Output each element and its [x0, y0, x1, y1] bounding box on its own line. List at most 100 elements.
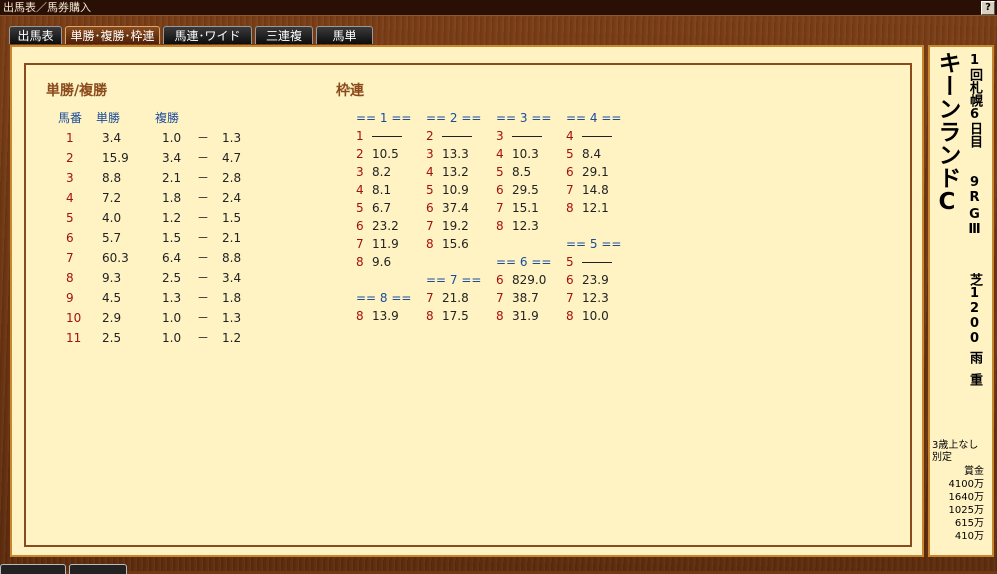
place-odds-high: 1.2: [222, 331, 242, 345]
bracket-group-header: == 4 ==: [566, 111, 622, 125]
bottom-tab-2[interactable]: [69, 564, 127, 574]
prize-4: 615万: [954, 518, 984, 529]
win-odds: 7.2: [102, 191, 122, 205]
place-range-sep: －: [197, 151, 210, 165]
horse-number: 11: [66, 331, 82, 345]
horse-number: 7: [66, 251, 74, 265]
bracket-group-header: == 1 ==: [356, 111, 412, 125]
bracket-number: 3: [356, 165, 364, 179]
place-range-sep: －: [197, 171, 210, 185]
place-range-sep: －: [197, 311, 210, 325]
track-distance: 芝1200: [967, 273, 982, 346]
bracket-number: 7: [566, 183, 574, 197]
tab-exacta[interactable]: 馬単: [316, 26, 373, 44]
bracket-odds: 15.6: [442, 237, 469, 251]
bracket-odds: 11.9: [372, 237, 399, 251]
weather: 雨: [967, 351, 982, 364]
place-odds-low: 1.0: [162, 331, 182, 345]
place-odds-low: 3.4: [162, 151, 182, 165]
bracket-odds: 9.6: [372, 255, 392, 269]
tab-trio[interactable]: 三連複: [255, 26, 313, 44]
place-range-sep: －: [197, 231, 210, 245]
win-odds: 8.8: [102, 171, 122, 185]
bracket-number: 6: [566, 273, 574, 287]
tab-race-card[interactable]: 出馬表: [9, 26, 62, 44]
win-odds: 9.3: [102, 271, 122, 285]
bracket-same-dash: [582, 136, 612, 137]
bracket-odds: 12.3: [512, 219, 539, 233]
bracket-odds: 38.7: [512, 291, 539, 305]
race-number: 9R: [967, 175, 982, 205]
win-odds: 2.9: [102, 311, 122, 325]
bracket-number: 5: [496, 165, 504, 179]
bracket-number: 8: [566, 309, 574, 323]
bracket-number: 6: [566, 165, 574, 179]
bracket-number: 1: [356, 129, 364, 143]
bracket-odds: 14.8: [582, 183, 609, 197]
place-range-sep: －: [197, 331, 210, 345]
place-odds-high: 1.5: [222, 211, 242, 225]
bracket-odds: 29.1: [582, 165, 609, 179]
window-title: 出馬表／馬券購入: [3, 1, 91, 14]
bracket-odds: 29.5: [512, 183, 539, 197]
place-odds-high: 2.1: [222, 231, 242, 245]
win-odds: 3.4: [102, 131, 122, 145]
win-odds: 2.5: [102, 331, 122, 345]
place-odds-low: 2.5: [162, 271, 182, 285]
help-button[interactable]: ?: [981, 1, 995, 15]
bracket-number: 2: [356, 147, 364, 161]
bracket-odds: 13.9: [372, 309, 399, 323]
place-odds-high: 4.7: [222, 151, 242, 165]
bracket-number: 7: [356, 237, 364, 251]
bracket-number: 7: [426, 219, 434, 233]
bracket-odds: 13.2: [442, 165, 469, 179]
col-header-1: 単勝: [96, 111, 121, 125]
horse-number: 1: [66, 131, 74, 145]
bracket-odds: 12.1: [582, 201, 609, 215]
bracket-odds: 23.9: [582, 273, 609, 287]
place-range-sep: －: [197, 131, 210, 145]
bracket-same-dash: [582, 262, 612, 263]
bracket-number: 4: [566, 129, 574, 143]
place-odds-low: 6.4: [162, 251, 182, 265]
bracket-number: 7: [496, 201, 504, 215]
bracket-odds: 8.4: [582, 147, 602, 161]
place-range-sep: －: [197, 271, 210, 285]
bracket-group-header: == 3 ==: [496, 111, 552, 125]
tab-quinella-wide[interactable]: 馬連･ワイド: [163, 26, 252, 44]
bracket-number: 8: [356, 255, 364, 269]
place-odds-high: 1.3: [222, 131, 242, 145]
bracket-odds: 21.8: [442, 291, 469, 305]
bracket-number: 3: [496, 129, 504, 143]
bracket-same-dash: [372, 136, 402, 137]
horse-number: 4: [66, 191, 74, 205]
bracket-number: 2: [426, 129, 434, 143]
bracket-odds: 10.5: [372, 147, 399, 161]
place-range-sep: －: [197, 291, 210, 305]
bracket-same-dash: [442, 136, 472, 137]
bracket-group-header: == 5 ==: [566, 237, 622, 251]
place-odds-high: 1.3: [222, 311, 242, 325]
bracket-group-header: == 6 ==: [496, 255, 552, 269]
tab-win-place-bracket[interactable]: 単勝･複勝･枠連: [65, 26, 160, 44]
bottom-tab-1[interactable]: [0, 564, 66, 574]
bracket-odds: 37.4: [442, 201, 469, 215]
bracket-number: 8: [566, 201, 574, 215]
bracket-number: 5: [566, 255, 574, 269]
win-odds: 15.9: [102, 151, 129, 165]
horse-number: 3: [66, 171, 74, 185]
race-grade: GⅢ: [967, 207, 982, 237]
bracket-odds: 8.5: [512, 165, 532, 179]
place-odds-high: 8.8: [222, 251, 242, 265]
bracket-odds: 17.5: [442, 309, 469, 323]
bracket-group-header: == 7 ==: [426, 273, 482, 287]
horse-number: 6: [66, 231, 74, 245]
bracket-number: 7: [496, 291, 504, 305]
prize-label: 賞金: [964, 466, 984, 477]
horse-number: 9: [66, 291, 74, 305]
horse-number: 2: [66, 151, 74, 165]
race-meeting: 1回札幌6日目: [967, 53, 982, 148]
place-odds-low: 1.3: [162, 291, 182, 305]
prize-5: 410万: [954, 531, 984, 542]
bracket-number: 7: [426, 291, 434, 305]
